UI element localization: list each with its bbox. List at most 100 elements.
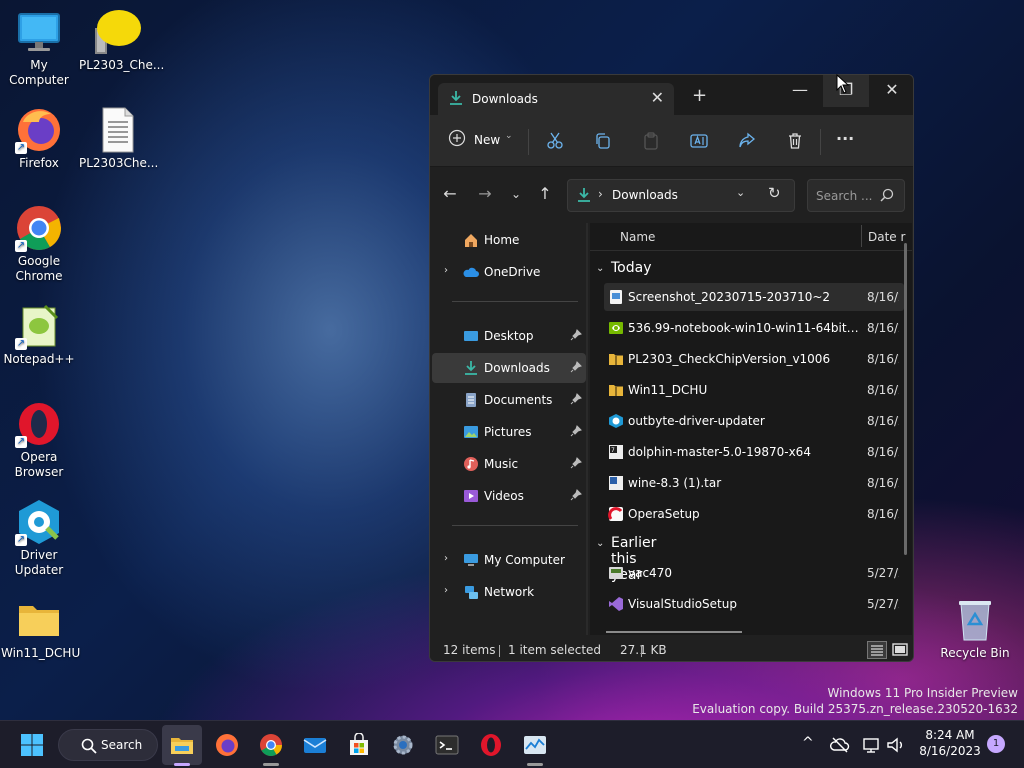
paste-icon[interactable] <box>642 129 660 153</box>
network-status-icon[interactable] <box>862 735 882 755</box>
desktop-icon-label: Driver Updater <box>14 548 64 577</box>
nav-item-my-computer[interactable]: › My Computer <box>432 545 586 575</box>
minimize-button[interactable]: — <box>777 75 823 107</box>
table-row[interactable]: Win11_DCHU 8/16/2 <box>604 376 904 404</box>
file-name: PL2303_CheckChipVersion_v1006 <box>628 352 831 366</box>
more-options-button[interactable]: ··· <box>836 129 854 153</box>
yellow-file-icon <box>93 8 141 56</box>
table-row[interactable]: VisualStudioSetup 5/27/2 <box>604 590 904 618</box>
task-manager-icon[interactable] <box>523 733 547 757</box>
nav-item-documents[interactable]: Documents <box>432 385 586 415</box>
firefox-icon: ↗ <box>15 106 63 154</box>
up-button[interactable]: ↑ <box>534 185 556 205</box>
close-button[interactable]: ✕ <box>869 75 913 107</box>
rename-icon[interactable] <box>690 129 708 153</box>
firefox-icon[interactable] <box>215 733 239 757</box>
file-date: 8/16/2 <box>867 445 899 459</box>
details-view-button[interactable] <box>867 641 887 659</box>
file-name: Win11_DCHU <box>628 383 708 397</box>
mail-icon[interactable] <box>303 733 327 757</box>
search-icon[interactable] <box>880 188 894 202</box>
windows-start-icon[interactable] <box>20 733 44 757</box>
breadcrumb-separator: › <box>598 187 603 201</box>
notification-badge[interactable]: 1 <box>987 735 1005 753</box>
new-button[interactable]: New ⌄ <box>448 129 514 153</box>
chrome-icon[interactable] <box>259 733 283 757</box>
desktop-icon-notepadpp[interactable]: ↗ Notepad++ <box>1 302 77 367</box>
table-row[interactable]: Screenshot_20230715-203710~2 8/16/2 <box>604 283 904 311</box>
desktop-icon-firefox[interactable]: ↗ Firefox <box>1 106 77 171</box>
forward-button[interactable]: → <box>474 185 496 205</box>
table-row[interactable]: OperaSetup 8/16/2 <box>604 500 904 528</box>
desktop-icon-driver-updater[interactable]: ↗ Driver Updater <box>1 498 77 578</box>
new-tab-button[interactable]: + <box>692 85 707 106</box>
show-hidden-icons-button[interactable]: ^ <box>802 735 814 751</box>
desktop-icon-label: Firefox <box>19 156 59 170</box>
opera-icon[interactable] <box>479 733 503 757</box>
table-row[interactable]: wine-8.3 (1).tar 8/16/2 <box>604 469 904 497</box>
tab-close-button[interactable]: ✕ <box>651 88 664 107</box>
desktop-icon-pl2303-doc[interactable]: PL2303Che... <box>79 106 158 171</box>
nav-item-desktop[interactable]: Desktop <box>432 321 586 351</box>
column-resize-handle[interactable] <box>861 225 862 247</box>
breadcrumb-downloads[interactable]: Downloads <box>612 188 678 202</box>
tiles-view-button[interactable] <box>890 641 910 659</box>
settings-gear-icon[interactable] <box>391 733 415 757</box>
desktop-icon-chrome[interactable]: ↗ Google Chrome <box>1 204 77 284</box>
expand-chevron-icon[interactable]: › <box>444 265 448 276</box>
store-icon[interactable] <box>347 733 371 757</box>
table-row[interactable]: PL2303_CheckChipVersion_v1006 8/16/2 <box>604 345 904 373</box>
chevron-down-icon: ⌄ <box>596 263 605 274</box>
volume-icon[interactable] <box>886 735 906 755</box>
nav-pane-scrollbar[interactable] <box>586 223 588 635</box>
file-list-horizontal-scrollbar[interactable] <box>606 631 742 633</box>
column-header-name[interactable]: Name <box>620 230 655 244</box>
table-row[interactable]: outbyte-driver-updater 8/16/2 <box>604 407 904 435</box>
address-dropdown-button[interactable]: ⌄ <box>736 186 745 199</box>
nav-item-videos[interactable]: Videos <box>432 481 586 511</box>
desktop-icon-recycle-bin[interactable]: Recycle Bin <box>937 596 1013 661</box>
nav-item-downloads[interactable]: Downloads <box>432 353 586 383</box>
file-list-vertical-scrollbar[interactable] <box>904 243 907 555</box>
toolbar-divider <box>528 129 529 155</box>
expand-chevron-icon[interactable]: › <box>444 553 448 564</box>
terminal-icon[interactable] <box>435 733 459 757</box>
nav-divider <box>452 525 578 526</box>
nav-item-home[interactable]: Home <box>432 225 586 255</box>
desktop-icon-win11-dchu[interactable]: Win11_DCHU <box>1 596 80 661</box>
nav-item-network[interactable]: › Network <box>432 577 586 607</box>
installer-icon <box>609 567 623 579</box>
cloud-offline-icon[interactable] <box>830 735 850 755</box>
copy-icon[interactable] <box>594 129 612 153</box>
refresh-button[interactable]: ↻ <box>768 184 781 202</box>
desktop-icon-pl2303-folder[interactable]: PL2303_Che... <box>79 8 164 73</box>
download-arrow-icon <box>578 188 590 202</box>
taskbar-search-label: Search <box>101 738 143 752</box>
taskbar-search-button[interactable]: Search <box>58 729 158 761</box>
delete-icon[interactable] <box>786 129 804 153</box>
column-header-date[interactable]: Date r <box>868 230 905 244</box>
clock[interactable]: 8:24 AM 8/16/2023 <box>914 728 986 758</box>
nav-item-pictures[interactable]: Pictures <box>432 417 586 447</box>
address-bar[interactable]: › Downloads ⌄ ↻ <box>567 179 795 212</box>
table-row[interactable]: 536.99-notebook-win10-win11-64bit-inte..… <box>604 314 904 342</box>
file-explorer-icon[interactable] <box>170 733 194 757</box>
search-input[interactable] <box>816 188 878 204</box>
back-button[interactable]: ← <box>439 185 461 205</box>
share-icon[interactable] <box>738 129 756 153</box>
file-name: 536.99-notebook-win10-win11-64bit-inte..… <box>628 321 860 335</box>
file-date: 5/27/2 <box>867 566 899 580</box>
tab-downloads[interactable]: Downloads ✕ <box>438 83 674 115</box>
address-row: ← → ⌄ ↑ › Downloads ⌄ ↻ <box>430 167 913 223</box>
nav-item-onedrive[interactable]: › OneDrive <box>432 257 586 287</box>
table-row[interactable]: 7 dolphin-master-5.0-19870-x64 8/16/2 <box>604 438 904 466</box>
table-row[interactable]: vac470 5/27/2 <box>604 559 904 587</box>
expand-chevron-icon[interactable]: › <box>444 585 448 596</box>
desktop-icon-label: Recycle Bin <box>940 646 1010 660</box>
recent-locations-button[interactable]: ⌄ <box>505 185 527 205</box>
desktop-icon-my-computer[interactable]: My Computer <box>1 8 77 88</box>
nav-item-music[interactable]: Music <box>432 449 586 479</box>
desktop-icon-opera[interactable]: ↗ Opera Browser <box>1 400 77 480</box>
cloud-icon <box>463 267 479 277</box>
cut-icon[interactable] <box>546 129 564 153</box>
